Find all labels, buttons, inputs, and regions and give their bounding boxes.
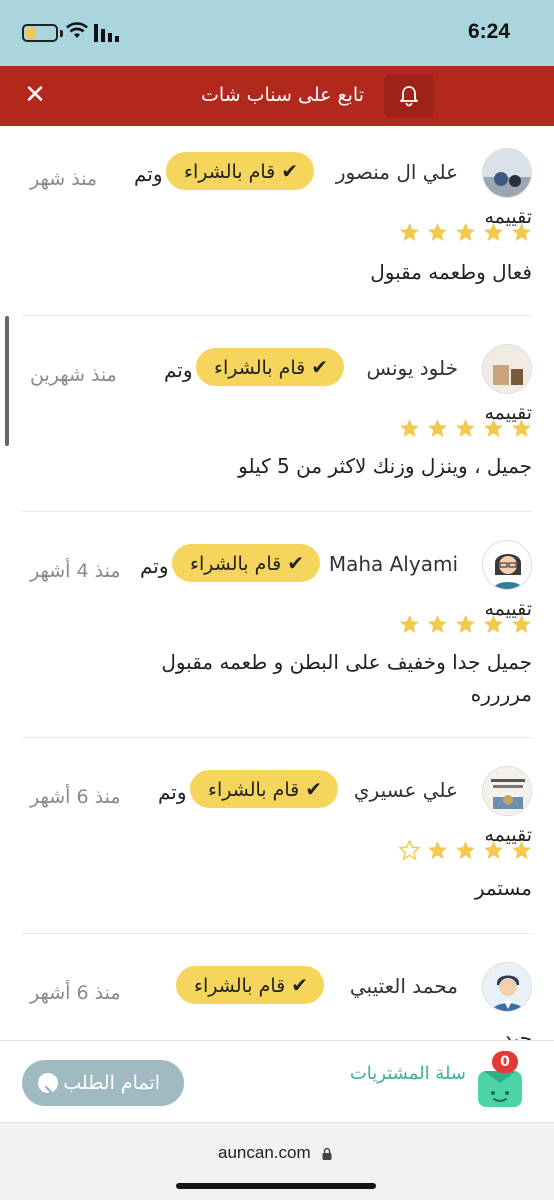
review-item: Maha Alyami ✔قام بالشراء وتم منذ 4 أشهر … [22,512,532,738]
star-rating [399,840,532,864]
star-empty-icon [399,840,420,861]
check-icon: ✔ [305,777,322,801]
purchased-badge: ✔قام بالشراء [172,544,320,582]
avatar [482,962,532,1012]
cart-count-badge: 0 [492,1051,518,1073]
check-icon: ✔ [311,355,328,379]
review-item: محمد العتيبي ✔قام بالشراء منذ 6 أشهر جيد [22,934,532,1040]
review-time: منذ 4 أشهر [30,560,121,582]
purchased-badge: ✔قام بالشراء [190,770,338,808]
star-filled-icon [484,615,503,633]
review-text: فعال وطعمه مقبول [370,260,532,284]
wifi-icon [66,22,88,38]
completed-label: وتم [140,554,169,578]
star-filled-icon [456,615,475,633]
star-filled-icon [400,419,419,437]
star-filled-icon [456,223,475,241]
purchased-badge: ✔قام بالشراء [176,966,324,1004]
star-filled-icon [512,419,531,437]
lock-icon [322,1147,332,1160]
reviewer-name: علي ال منصور [335,160,458,184]
star-filled-icon [400,223,419,241]
checkout-button[interactable]: اتمام الطلب [22,1060,184,1106]
star-filled-icon [456,419,475,437]
star-filled-icon [512,615,531,633]
checkout-label: اتمام الطلب [63,1072,160,1094]
star-filled-icon [484,841,503,859]
check-icon: ✔ [281,159,298,183]
star-rating [399,614,532,638]
reviews-list[interactable]: علي ال منصور ✔قام بالشراء وتم منذ شهر تق… [0,126,554,1040]
star-rating [399,222,532,246]
bell-icon [400,86,418,107]
star-filled-icon [428,223,447,241]
check-icon: ✔ [291,973,308,997]
scrollbar[interactable] [5,316,9,446]
star-filled-icon [456,841,475,859]
reviewer-name: خلود يونس [366,356,458,380]
star-rating [399,418,532,442]
close-icon[interactable]: ✕ [22,82,48,108]
review-text: جميل جدا وخفيف على البطن و طعمه مقبول مر… [161,650,532,706]
review-time: منذ شهرين [30,364,117,386]
star-filled-icon [428,419,447,437]
review-item: علي عسيري ✔قام بالشراء وتم منذ 6 أشهر تق… [22,738,532,934]
battery-tip [60,30,63,37]
review-item: خلود يونس ✔قام بالشراء وتم منذ شهرين تقي… [22,316,532,512]
top-banner: ✕ تابع على سناب شات [0,66,554,126]
reviewer-name: Maha Alyami [328,552,458,576]
star-filled-icon [512,223,531,241]
star-filled-icon [512,841,531,859]
browser-address-bar[interactable]: auncan.com [0,1122,554,1200]
home-indicator[interactable] [176,1183,376,1189]
review-time: منذ 6 أشهر [30,786,121,808]
star-filled-icon [400,615,419,633]
chevron-right-icon [38,1073,58,1099]
cellular-signal-icon [94,24,119,42]
reviewer-name: محمد العتيبي [349,974,458,998]
completed-label: وتم [158,780,187,804]
star-filled-icon [428,615,447,633]
review-text: مستمر [474,876,532,900]
cart-bar: اتمام الطلب سلة المشتريات 0 [0,1040,554,1122]
battery-icon [22,24,58,42]
review-text: جميل ، وينزل وزنك لاكثر من 5 كيلو [238,454,532,478]
avatar [482,148,532,198]
notification-button[interactable] [384,74,434,118]
status-bar: 6:24 [0,0,554,66]
check-icon: ✔ [287,551,304,575]
star-filled-icon [484,223,503,241]
review-item: علي ال منصور ✔قام بالشراء وتم منذ شهر تق… [22,126,532,316]
completed-label: وتم [164,358,193,382]
cart-label[interactable]: سلة المشتريات [350,1063,466,1084]
star-filled-icon [484,419,503,437]
avatar [482,344,532,394]
star-filled-icon [428,841,447,859]
avatar [482,540,532,590]
purchased-badge: ✔قام بالشراء [196,348,344,386]
review-time: منذ شهر [30,168,98,190]
review-time: منذ 6 أشهر [30,982,121,1004]
avatar [482,766,532,816]
reviewer-name: علي عسيري [353,778,458,802]
banner-title[interactable]: تابع على سناب شات [201,84,364,106]
review-text: جيد [503,1026,532,1040]
url-text[interactable]: auncan.com [218,1143,311,1163]
completed-label: وتم [134,162,163,186]
status-time: 6:24 [467,20,510,43]
purchased-badge: ✔قام بالشراء [166,152,314,190]
